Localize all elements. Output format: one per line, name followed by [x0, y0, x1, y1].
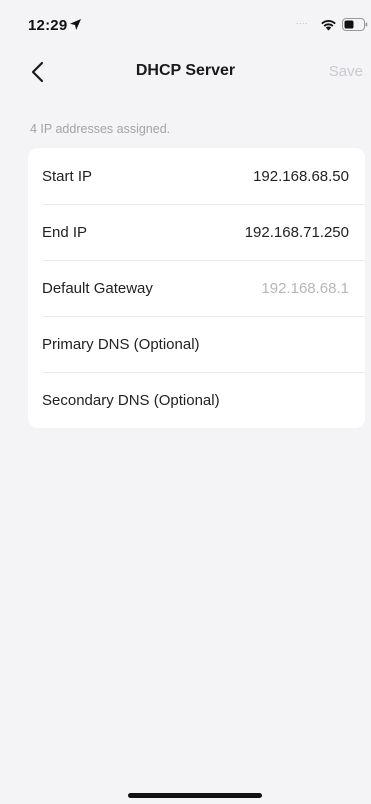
end-ip-value[interactable]: 192.168.71.250 — [245, 224, 349, 241]
status-time: 12:29 — [28, 17, 68, 34]
start-ip-label: Start IP — [42, 168, 93, 185]
default-gateway-label: Default Gateway — [42, 280, 153, 297]
default-gateway-value: 192.168.68.1 — [261, 280, 349, 297]
end-ip-label: End IP — [42, 224, 88, 241]
wifi-icon — [321, 20, 336, 31]
end-ip-row[interactable]: End IP 192.168.71.250 — [28, 204, 365, 260]
assigned-count-hint: 4 IP addresses assigned. — [30, 122, 171, 136]
secondary-dns-row[interactable]: Secondary DNS (Optional) — [28, 372, 365, 428]
home-indicator[interactable] — [128, 793, 262, 798]
signal-dots: .... — [296, 16, 309, 26]
default-gateway-row: Default Gateway 192.168.68.1 — [28, 260, 365, 316]
start-ip-row[interactable]: Start IP 192.168.68.50 — [28, 148, 365, 204]
nav-bar: DHCP Server Save — [0, 52, 371, 92]
dhcp-settings-card: Start IP 192.168.68.50 End IP 192.168.71… — [28, 148, 365, 428]
save-button[interactable]: Save — [329, 63, 363, 80]
secondary-dns-label: Secondary DNS (Optional) — [42, 392, 220, 409]
battery-icon — [342, 18, 368, 31]
page-title: DHCP Server — [135, 62, 236, 79]
start-ip-value[interactable]: 192.168.68.50 — [253, 168, 349, 185]
primary-dns-label: Primary DNS (Optional) — [42, 336, 200, 353]
primary-dns-row[interactable]: Primary DNS (Optional) — [28, 316, 365, 372]
status-bar: 12:29 .... — [0, 0, 371, 44]
location-arrow-icon — [70, 19, 81, 30]
